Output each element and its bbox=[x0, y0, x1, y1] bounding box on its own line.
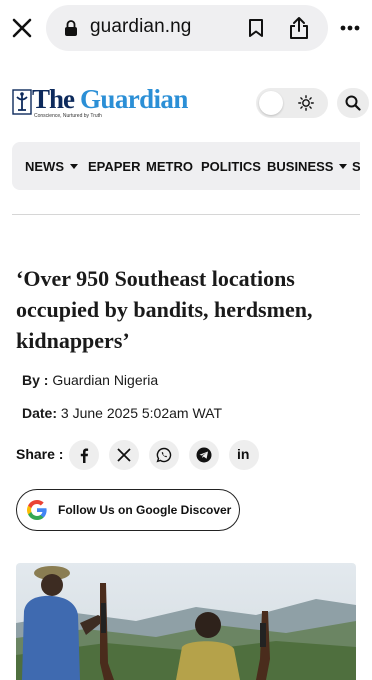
theme-toggle[interactable] bbox=[256, 88, 328, 118]
main-nav: NEWS EPAPER METRO POLITICS BUSINESS S bbox=[12, 142, 360, 190]
publish-date: 3 June 2025 5:02am WAT bbox=[60, 405, 222, 421]
toggle-knob bbox=[259, 91, 283, 115]
linkedin-icon: in bbox=[237, 446, 250, 462]
article-photo bbox=[16, 563, 356, 680]
whatsapp-icon bbox=[156, 447, 172, 463]
caret-down-icon bbox=[339, 164, 348, 169]
search-icon bbox=[345, 95, 361, 111]
share-whatsapp-button[interactable] bbox=[149, 440, 179, 470]
share-label: Share : bbox=[16, 446, 64, 462]
logo-text-the: The bbox=[32, 84, 75, 114]
close-icon[interactable] bbox=[10, 16, 34, 40]
byline: By : Guardian Nigeria bbox=[22, 372, 158, 388]
more-icon[interactable] bbox=[340, 18, 360, 38]
google-discover-button[interactable]: Follow Us on Google Discover bbox=[16, 489, 240, 531]
nav-item-epaper[interactable]: EPAPER bbox=[88, 159, 141, 174]
lock-icon bbox=[65, 20, 77, 36]
caret-down-icon bbox=[70, 164, 78, 169]
search-button[interactable] bbox=[337, 88, 369, 118]
logo-text-guardian: Guardian bbox=[80, 84, 188, 114]
browser-toolbar: guardian.ng bbox=[0, 0, 372, 58]
dateline: Date: 3 June 2025 5:02am WAT bbox=[22, 405, 222, 421]
x-icon bbox=[117, 448, 131, 462]
sun-icon bbox=[298, 95, 314, 111]
article-headline: ‘Over 950 Southeast locations occupied b… bbox=[16, 266, 313, 353]
address-bar[interactable]: guardian.ng bbox=[46, 5, 328, 51]
nav-item-politics[interactable]: POLITICS bbox=[201, 159, 261, 174]
author-name[interactable]: Guardian Nigeria bbox=[52, 372, 158, 388]
share-x-button[interactable] bbox=[109, 440, 139, 470]
share-facebook-button[interactable] bbox=[69, 440, 99, 470]
logo-emblem-icon bbox=[12, 89, 32, 115]
url-text: guardian.ng bbox=[90, 16, 192, 37]
nav-item-news[interactable]: NEWS bbox=[25, 159, 78, 174]
guardian-logo[interactable]: The Guardian Conscience, Nurtured by Tru… bbox=[12, 84, 202, 122]
share-bar: Share : in bbox=[16, 440, 266, 470]
telegram-icon bbox=[196, 447, 212, 463]
share-icon[interactable] bbox=[288, 16, 310, 40]
header-divider bbox=[12, 214, 360, 215]
nav-item-business[interactable]: BUSINESS bbox=[267, 159, 348, 174]
nav-item-metro[interactable]: METRO bbox=[146, 159, 193, 174]
logo-tagline: Conscience, Nurtured by Truth bbox=[34, 113, 102, 119]
share-telegram-button[interactable] bbox=[189, 440, 219, 470]
nav-item-truncated[interactable]: S bbox=[352, 159, 360, 174]
google-discover-label: Follow Us on Google Discover bbox=[58, 503, 232, 517]
bookmark-icon[interactable] bbox=[247, 18, 265, 38]
google-g-icon bbox=[27, 500, 47, 520]
date-label: Date: bbox=[22, 405, 58, 421]
by-label: By : bbox=[22, 372, 49, 388]
share-linkedin-button[interactable]: in bbox=[229, 440, 259, 470]
facebook-icon bbox=[80, 448, 89, 463]
